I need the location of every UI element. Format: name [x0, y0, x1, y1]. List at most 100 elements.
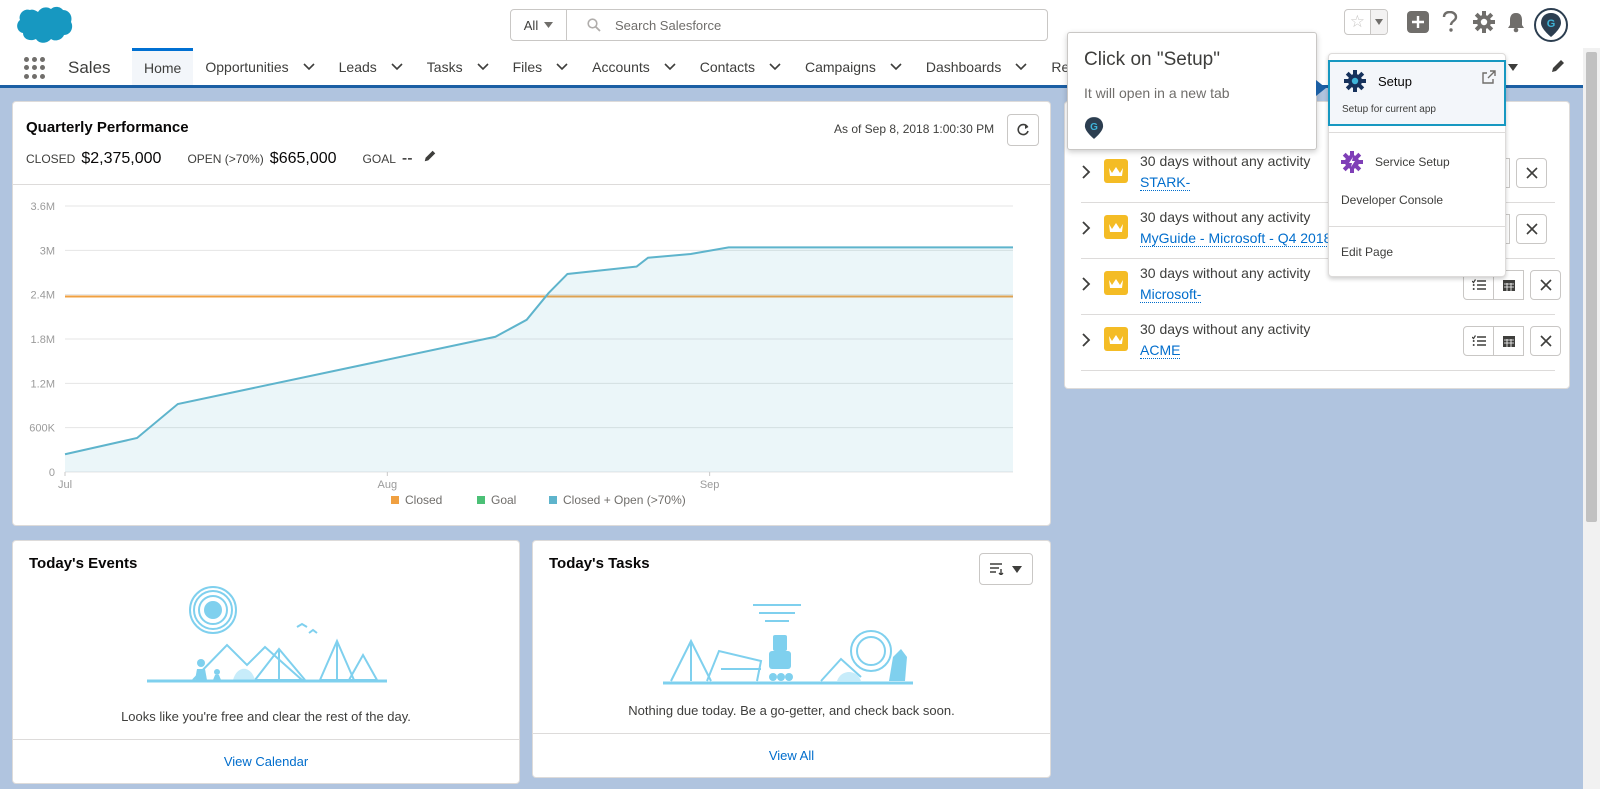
tab-tasks[interactable]: Tasks: [415, 48, 501, 85]
crown-icon: [1104, 271, 1128, 295]
series-area-closed-plus-open: [65, 247, 1013, 472]
item-actions: [1463, 326, 1561, 356]
bell-icon: [1508, 13, 1524, 33]
task-list-icon: [1471, 335, 1486, 346]
search-scope-dropdown[interactable]: All: [511, 10, 567, 40]
todays-events-card: Today's Events Looks like you're free an…: [12, 540, 520, 784]
favorites-button[interactable]: ☆: [1344, 9, 1388, 35]
user-avatar[interactable]: G: [1534, 8, 1568, 42]
gear-icon: [1473, 11, 1495, 33]
opportunity-link[interactable]: STARK-: [1140, 174, 1191, 191]
task-filter-button[interactable]: [979, 553, 1033, 585]
tab-campaigns[interactable]: Campaigns: [793, 48, 914, 85]
app-launcher-button[interactable]: [24, 57, 46, 79]
chevron-down-icon[interactable]: [890, 62, 902, 71]
new-task-button[interactable]: [1463, 326, 1494, 356]
legend-label: Goal: [491, 493, 516, 507]
salesforce-logo[interactable]: [14, 4, 74, 49]
chevron-down-icon[interactable]: [1015, 62, 1027, 71]
setup-gear-button[interactable]: [1472, 10, 1496, 34]
setup-sublabel: Setup for current app: [1342, 104, 1436, 115]
dismiss-button[interactable]: [1516, 214, 1547, 244]
search-icon: [587, 18, 601, 32]
chevron-down-icon[interactable]: [303, 62, 315, 71]
tab-contacts[interactable]: Contacts: [688, 48, 793, 85]
notifications-button[interactable]: [1504, 10, 1528, 34]
dismiss-button[interactable]: [1516, 158, 1547, 188]
edit-goal-pencil-icon[interactable]: [423, 149, 437, 163]
close-icon: [1539, 279, 1552, 291]
item-description: 30 days without any activity: [1140, 265, 1311, 281]
setup-menu-item[interactable]: Setup Setup for current app: [1328, 60, 1506, 126]
assistant-item: 30 days without any activity ACME: [1081, 315, 1561, 371]
dismiss-button[interactable]: [1530, 270, 1561, 300]
global-actions-button[interactable]: [1406, 10, 1430, 34]
edit-nav-button[interactable]: [1550, 58, 1566, 77]
external-link-icon: [1482, 70, 1496, 84]
close-icon: [1539, 335, 1552, 347]
view-calendar-link[interactable]: View Calendar: [13, 739, 519, 785]
launcher-dot: [32, 73, 37, 79]
setup-menu: Setup Setup for current app Service Setu…: [1328, 53, 1506, 277]
search-box: [567, 10, 1047, 40]
favorites-list-button[interactable]: [1369, 10, 1387, 34]
close-icon: [1525, 167, 1538, 179]
tab-dashboards[interactable]: Dashboards: [914, 48, 1040, 85]
svg-text:G: G: [1090, 122, 1098, 133]
service-gear-icon: [1341, 151, 1363, 173]
tab-files[interactable]: Files: [501, 48, 581, 85]
tooltip-pointer: [1316, 80, 1326, 96]
y-tick-label: 3.6M: [31, 201, 55, 213]
sort-icon: [990, 563, 1004, 575]
chevron-right-icon[interactable]: [1081, 333, 1091, 347]
opportunity-link[interactable]: ACME: [1140, 342, 1181, 359]
legend-swatch: [477, 496, 485, 504]
goal-label: GOAL: [362, 152, 396, 166]
quarterly-performance-card: Quarterly Performance CLOSED $2,375,000 …: [12, 101, 1051, 526]
opportunity-link[interactable]: MyGuide - Microsoft - Q4 2018: [1140, 230, 1332, 247]
opportunity-link[interactable]: Microsoft-: [1140, 286, 1202, 303]
tab-accounts[interactable]: Accounts: [580, 48, 688, 85]
caret-down-icon: [544, 22, 554, 28]
dismiss-button[interactable]: [1530, 326, 1561, 356]
help-button[interactable]: [1438, 10, 1462, 34]
chevron-right-icon[interactable]: [1081, 221, 1091, 235]
launcher-dot: [40, 73, 45, 79]
tab-opportunities[interactable]: Opportunities: [193, 48, 326, 85]
edit-page-menu-item[interactable]: Edit Page: [1341, 245, 1393, 259]
chevron-down-icon[interactable]: [556, 62, 568, 71]
developer-console-menu-item[interactable]: Developer Console: [1341, 193, 1443, 207]
y-tick-label: 600K: [29, 423, 55, 435]
scrollbar-thumb[interactable]: [1586, 52, 1597, 522]
y-tick-label: 3M: [40, 245, 55, 257]
chevron-down-icon[interactable]: [391, 62, 403, 71]
crown-icon: [1104, 159, 1128, 183]
launcher-dot: [40, 65, 45, 71]
chevron-down-icon[interactable]: [769, 62, 781, 71]
chevron-down-icon[interactable]: [477, 62, 489, 71]
empty-state-message: Looks like you're free and clear the res…: [121, 709, 411, 724]
svg-text:G: G: [1547, 18, 1556, 30]
setup-label: Setup: [1378, 74, 1412, 89]
tab-leads[interactable]: Leads: [327, 48, 415, 85]
chevron-down-icon[interactable]: [664, 62, 676, 71]
tab-label: Dashboards: [925, 58, 1002, 75]
chevron-right-icon[interactable]: [1081, 165, 1091, 179]
refresh-button[interactable]: [1007, 114, 1039, 146]
card-title: Quarterly Performance: [26, 119, 189, 136]
pencil-icon: [1552, 60, 1564, 72]
star-icon: ☆: [1349, 12, 1366, 31]
new-event-button[interactable]: [1493, 326, 1524, 356]
launcher-dot: [32, 57, 37, 62]
setup-gear-icon: [1344, 70, 1366, 92]
view-all-link[interactable]: View All: [533, 733, 1050, 779]
item-description: 30 days without any activity: [1140, 153, 1311, 169]
chevron-right-icon[interactable]: [1081, 277, 1091, 291]
page-scrollbar[interactable]: [1583, 48, 1600, 789]
task-list-icon: [1471, 279, 1486, 290]
search-input[interactable]: [615, 17, 995, 33]
caret-down-icon: [1374, 19, 1383, 25]
service-setup-menu-item[interactable]: Service Setup: [1341, 151, 1450, 173]
y-tick-label: 2.4M: [31, 290, 55, 302]
tab-home[interactable]: Home: [132, 48, 194, 85]
